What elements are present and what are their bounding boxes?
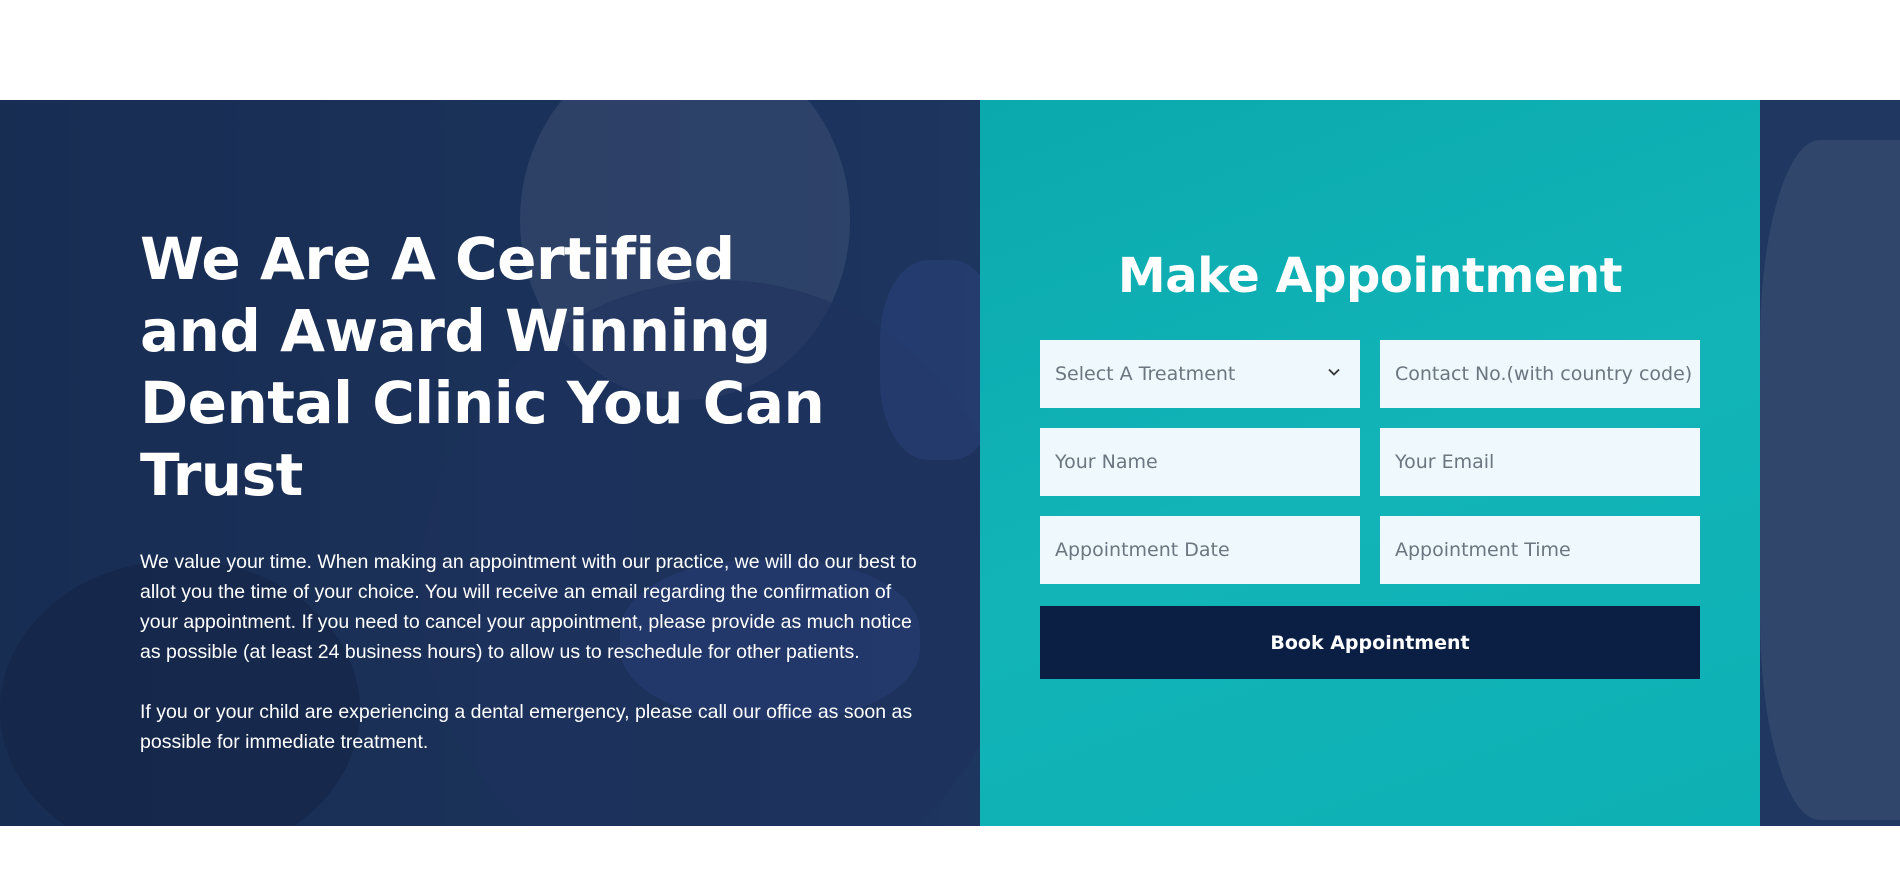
name-input[interactable]	[1055, 428, 1360, 496]
hero-paragraph-2: If you or your child are experiencing a …	[140, 701, 913, 753]
date-field[interactable]	[1040, 516, 1360, 584]
contact-input[interactable]	[1395, 340, 1700, 408]
name-field[interactable]	[1040, 428, 1360, 496]
book-appointment-button[interactable]: Book Appointment	[1040, 606, 1700, 679]
time-field[interactable]	[1380, 516, 1700, 584]
hero-text-block: We Are A Certified and Award Winning Den…	[140, 223, 920, 757]
email-field[interactable]	[1380, 428, 1700, 496]
treatment-select[interactable]: Select A Treatment	[1040, 340, 1360, 408]
hero-paragraph-1: We value your time. When making an appoi…	[140, 551, 917, 663]
page: We Are A Certified and Award Winning Den…	[0, 0, 1900, 878]
hero-title: We Are A Certified and Award Winning Den…	[140, 225, 825, 509]
appointment-form-panel: Make Appointment Select A Treatment Cont…	[980, 100, 1760, 826]
date-input[interactable]	[1055, 516, 1360, 584]
email-input[interactable]	[1395, 428, 1700, 496]
treatment-select-value: Select A Treatment	[1055, 363, 1236, 385]
contact-field[interactable]	[1380, 340, 1700, 408]
time-input[interactable]	[1395, 516, 1700, 584]
form-title: Make Appointment	[1117, 248, 1623, 304]
appointment-section: We Are A Certified and Award Winning Den…	[0, 100, 1900, 826]
chevron-down-icon	[1328, 368, 1340, 376]
